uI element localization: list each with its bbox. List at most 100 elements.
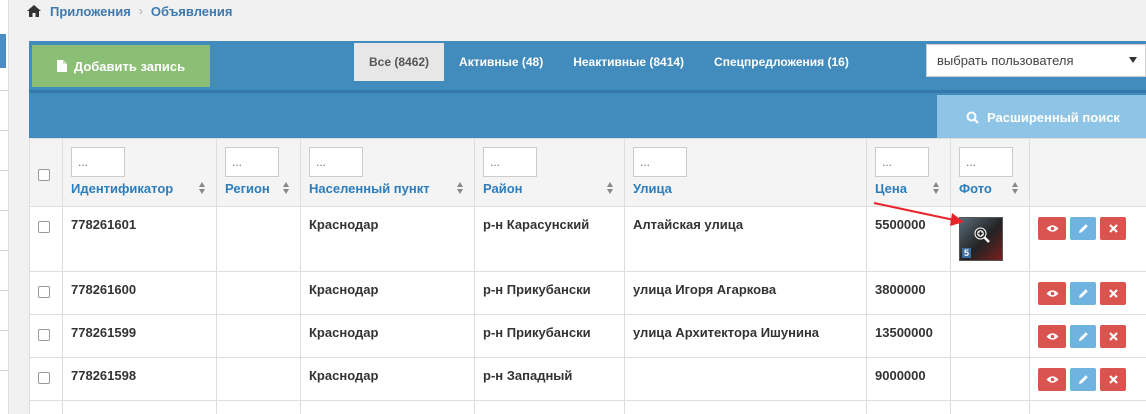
- divider: [0, 130, 8, 131]
- column-label-street[interactable]: Улица: [633, 181, 672, 196]
- advanced-search-button[interactable]: Расширенный поиск: [937, 95, 1146, 139]
- table-header-row: Идентификатор Регион Населенный пункт: [29, 138, 1146, 207]
- cell-street: улица Игоря Агаркова: [624, 271, 867, 315]
- column-label-district[interactable]: Район: [483, 181, 523, 196]
- cell-price: 3800000: [866, 271, 951, 315]
- delete-button[interactable]: [1100, 282, 1126, 305]
- tab-active[interactable]: Активные (48): [444, 43, 558, 81]
- tab-all[interactable]: Все (8462): [354, 43, 445, 81]
- table-row: 778261598 Краснодар р-н Западный 9000000: [29, 357, 1146, 401]
- row-checkbox[interactable]: [38, 372, 50, 384]
- tab-special-offers[interactable]: Спецпредложения (16): [699, 43, 864, 81]
- cell-price: 13500000: [866, 314, 951, 358]
- pencil-icon: [1078, 289, 1088, 298]
- table-row-partial: [29, 400, 1146, 414]
- filter-input-city[interactable]: [309, 147, 363, 177]
- column-label-photo[interactable]: Фото: [959, 181, 992, 196]
- divider: [0, 170, 8, 171]
- cell-region: [216, 271, 301, 315]
- cell-street: улица Архитектора Ишунина: [624, 314, 867, 358]
- filter-input-id[interactable]: [71, 147, 125, 177]
- view-button[interactable]: [1038, 217, 1066, 240]
- close-icon: [1108, 289, 1118, 298]
- sort-icon[interactable]: [607, 182, 614, 194]
- row-checkbox[interactable]: [38, 329, 50, 341]
- tab-inactive[interactable]: Неактивные (8414): [558, 43, 699, 81]
- pencil-icon: [1078, 332, 1088, 341]
- sort-icon[interactable]: [457, 182, 464, 194]
- cell-district: р-н Прикубански: [474, 271, 625, 315]
- cell-city: Краснодар: [300, 271, 475, 315]
- column-header-district: Район: [474, 138, 625, 207]
- app-root: Приложения › Объявления Добавить запись …: [0, 0, 1146, 414]
- cell-actions: [1029, 206, 1146, 272]
- eye-icon: [1046, 376, 1058, 383]
- user-select[interactable]: выбрать пользователя: [926, 44, 1146, 77]
- cell-photo: [950, 314, 1030, 358]
- cell-photo: 5: [950, 206, 1030, 272]
- select-all-cell: [29, 138, 63, 207]
- filter-input-photo[interactable]: [959, 147, 1013, 177]
- cell-city: Краснодар: [300, 357, 475, 401]
- cell-id: 778261599: [62, 314, 217, 358]
- column-label-price[interactable]: Цена: [875, 181, 907, 196]
- column-label-id[interactable]: Идентификатор: [71, 181, 173, 196]
- home-icon[interactable]: [26, 4, 42, 18]
- column-label-region[interactable]: Регион: [225, 181, 270, 196]
- cell-price: 9000000: [866, 357, 951, 401]
- cell-actions: [1029, 357, 1146, 401]
- edit-button[interactable]: [1070, 368, 1096, 391]
- pencil-icon: [1078, 375, 1088, 384]
- eye-icon: [1046, 225, 1058, 232]
- row-checkbox[interactable]: [38, 286, 50, 298]
- column-header-price: Цена: [866, 138, 951, 207]
- delete-button[interactable]: [1100, 368, 1126, 391]
- column-header-street: Улица: [624, 138, 867, 207]
- cell-id: 778261601: [62, 206, 217, 272]
- close-icon: [1108, 375, 1118, 384]
- cell-region: [216, 357, 301, 401]
- chevron-right-icon: ›: [138, 4, 143, 18]
- view-button[interactable]: [1038, 282, 1066, 305]
- filter-input-price[interactable]: [875, 147, 929, 177]
- close-icon: [1108, 224, 1118, 233]
- search-bar: Расширенный поиск: [29, 90, 1146, 139]
- filter-input-region[interactable]: [225, 147, 279, 177]
- filter-input-street[interactable]: [633, 147, 687, 177]
- delete-button[interactable]: [1100, 325, 1126, 348]
- table-row: 778261601 Краснодар р-н Карасунский Алта…: [29, 206, 1146, 272]
- table-row: 778261600 Краснодар р-н Прикубански улиц…: [29, 271, 1146, 315]
- view-button[interactable]: [1038, 368, 1066, 391]
- divider: [0, 330, 8, 331]
- pencil-icon: [1078, 224, 1088, 233]
- edit-button[interactable]: [1070, 282, 1096, 305]
- cell-region: [216, 314, 301, 358]
- breadcrumb-link-apps[interactable]: Приложения: [50, 4, 131, 19]
- row-checkbox[interactable]: [38, 221, 50, 233]
- add-record-label: Добавить запись: [73, 58, 186, 74]
- filter-input-district[interactable]: [483, 147, 537, 177]
- divider: [0, 250, 8, 251]
- edit-button[interactable]: [1070, 325, 1096, 348]
- cell-actions: [1029, 314, 1146, 358]
- cell-district: р-н Западный: [474, 357, 625, 401]
- sort-icon[interactable]: [933, 182, 940, 194]
- column-label-city[interactable]: Населенный пункт: [309, 181, 430, 196]
- view-button[interactable]: [1038, 325, 1066, 348]
- breadcrumb-link-ads[interactable]: Объявления: [151, 4, 233, 19]
- sort-icon[interactable]: [283, 182, 290, 194]
- sort-icon[interactable]: [1012, 182, 1019, 194]
- eye-icon: [1046, 333, 1058, 340]
- add-record-button[interactable]: Добавить запись: [32, 45, 210, 87]
- file-icon: [56, 60, 67, 72]
- delete-button[interactable]: [1100, 217, 1126, 240]
- zoom-in-icon[interactable]: [973, 226, 991, 244]
- photo-thumbnail[interactable]: 5: [959, 217, 1003, 261]
- search-icon: [966, 111, 979, 124]
- column-header-city: Населенный пункт: [300, 138, 475, 207]
- edit-button[interactable]: [1070, 217, 1096, 240]
- select-all-checkbox[interactable]: [38, 169, 50, 181]
- cell-district: р-н Прикубански: [474, 314, 625, 358]
- divider: [0, 290, 8, 291]
- sort-icon[interactable]: [199, 182, 206, 194]
